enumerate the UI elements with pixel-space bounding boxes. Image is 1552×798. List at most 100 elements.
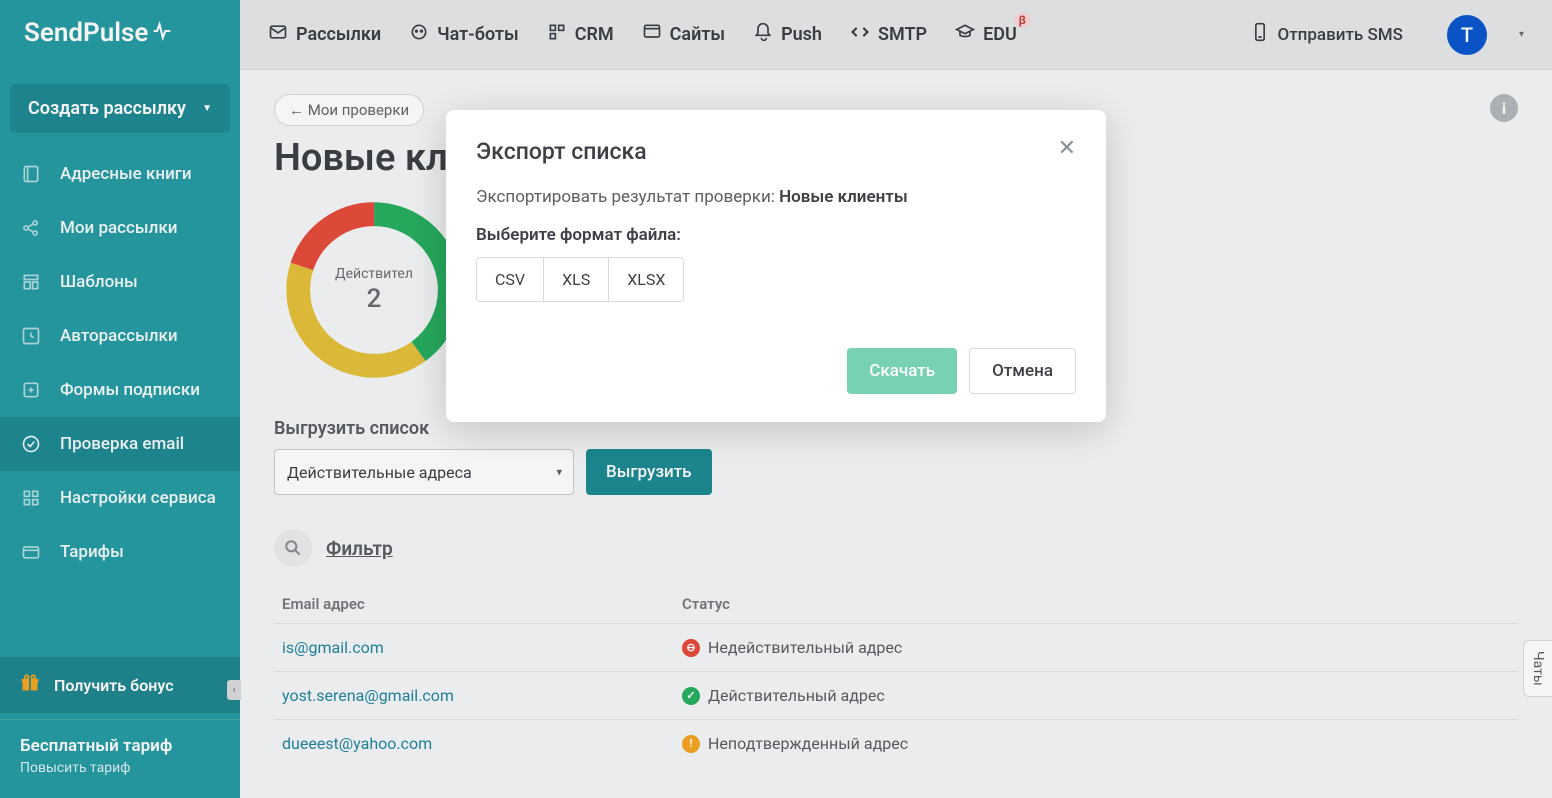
modal-line-strong: Новые клиенты (779, 187, 908, 207)
topbar-item-push[interactable]: Push (753, 22, 822, 47)
topbar-item-edu[interactable]: EDUβ (955, 22, 1017, 47)
search-icon[interactable] (274, 529, 312, 567)
table-header: Email адрес Статус (274, 585, 1518, 623)
donut-center-label: Действител (335, 266, 413, 282)
sidebar-item-5[interactable]: Проверка email (0, 417, 240, 471)
sidebar-item-label: Шаблоны (60, 272, 138, 292)
filter-row: Фильтр (274, 529, 1518, 567)
email-link[interactable]: yost.serena@gmail.com (282, 686, 454, 705)
sidebar-item-7[interactable]: Тарифы (0, 525, 240, 579)
format-option-csv[interactable]: CSV (477, 258, 544, 301)
format-row: CSVXLSXLSX (476, 257, 684, 302)
format-option-xls[interactable]: XLS (544, 258, 609, 301)
settings-grid-icon (20, 487, 42, 509)
sites-icon (642, 22, 662, 47)
modal-header: Экспорт списка ✕ (476, 138, 1076, 165)
chats-tab[interactable]: Чаты (1523, 640, 1552, 697)
topbar-item-label: Сайты (670, 24, 725, 45)
sidebar-item-label: Авторассылки (60, 326, 178, 346)
form-icon (20, 379, 42, 401)
tariff-upgrade-link[interactable]: Повысить тариф (20, 760, 220, 776)
logo[interactable]: SendPulse (0, 0, 240, 66)
format-option-xlsx[interactable]: XLSX (609, 258, 683, 301)
status-text: Неподтвержденный адрес (708, 734, 908, 753)
book-icon (20, 163, 42, 185)
topbar-item-рассылки[interactable]: Рассылки (268, 22, 381, 47)
code-icon (850, 22, 870, 47)
sidebar-item-3[interactable]: Авторассылки (0, 309, 240, 363)
sidebar-collapse-handle[interactable]: ‹ (227, 680, 241, 700)
cancel-button[interactable]: Отмена (969, 348, 1076, 394)
topbar-item-сайты[interactable]: Сайты (642, 22, 725, 47)
table-row: is@gmail.com⊖Недействительный адрес (274, 623, 1518, 671)
sidebar-item-label: Формы подписки (60, 380, 200, 400)
download-button[interactable]: Скачать (847, 348, 957, 394)
tariff-icon (20, 541, 42, 563)
email-link[interactable]: dueeest@yahoo.com (282, 734, 432, 753)
topbar-item-label: Push (781, 24, 822, 45)
caret-down-icon: ▼ (202, 103, 212, 114)
sidebar-item-label: Тарифы (60, 542, 124, 562)
chatbot-icon (409, 22, 429, 47)
phone-icon (1250, 22, 1270, 47)
avatar-caret-icon: ▾ (1519, 29, 1524, 40)
topbar-item-label: SMTP (878, 24, 927, 45)
sidebar-item-label: Проверка email (60, 434, 184, 454)
avatar[interactable]: T (1447, 15, 1487, 55)
bell-icon (753, 22, 773, 47)
sidebar-item-6[interactable]: Настройки сервиса (0, 471, 240, 525)
select-wrap: Действительные адреса (274, 449, 574, 495)
topbar-item-label: Чат-боты (437, 24, 519, 45)
topbar-item-label: EDU (983, 24, 1017, 45)
sidebar-item-4[interactable]: Формы подписки (0, 363, 240, 417)
topbar-item-crm[interactable]: CRM (547, 22, 614, 47)
topbar-item-label: CRM (575, 24, 614, 45)
avatar-letter: T (1461, 23, 1473, 47)
topbar-item-smtp[interactable]: SMTP (850, 22, 927, 47)
send-sms-link[interactable]: Отправить SMS (1250, 22, 1403, 47)
modal-line-prefix: Экспортировать результат проверки: (476, 187, 779, 207)
status-unconfirmed-icon: ! (682, 735, 700, 753)
autodistr-icon (20, 325, 42, 347)
template-icon (20, 271, 42, 293)
info-icon[interactable]: i (1490, 94, 1518, 122)
topbar-item-label: Рассылки (296, 24, 381, 45)
mail-icon (268, 22, 288, 47)
status-text: Действительный адрес (708, 686, 885, 705)
sidebar-item-0[interactable]: Адресные книги (0, 147, 240, 201)
col-status-header: Статус (682, 595, 1510, 613)
tariff-block: Бесплатный тариф Повысить тариф (0, 719, 240, 798)
sidebar-item-2[interactable]: Шаблоны (0, 255, 240, 309)
donut-center-value: 2 (335, 284, 413, 314)
sidebar-nav: Адресные книги Мои рассылки Шаблоны Авторас… (0, 147, 240, 657)
sidebar-item-1[interactable]: Мои рассылки (0, 201, 240, 255)
breadcrumb[interactable]: ← Мои проверки (274, 94, 424, 126)
topbar-item-чат-боты[interactable]: Чат-боты (409, 22, 519, 47)
donut-chart: Действител 2 (274, 190, 474, 390)
close-icon[interactable]: ✕ (1058, 138, 1076, 160)
filter-link[interactable]: Фильтр (326, 537, 393, 560)
pulse-icon (152, 18, 172, 48)
modal-footer: Скачать Отмена (476, 348, 1076, 394)
status-valid-icon: ✓ (682, 687, 700, 705)
create-campaign-button[interactable]: Создать рассылку ▼ (10, 84, 230, 133)
sidebar-bonus[interactable]: Получить бонус (0, 657, 240, 713)
beta-badge: β (1014, 12, 1031, 28)
tariff-title: Бесплатный тариф (20, 736, 220, 756)
sidebar-item-label: Настройки сервиса (60, 488, 216, 508)
status-invalid-icon: ⊖ (682, 639, 700, 657)
export-modal: Экспорт списка ✕ Экспортировать результа… (446, 110, 1106, 422)
format-label: Выберите формат файла: (476, 225, 1076, 245)
bonus-label: Получить бонус (54, 676, 174, 695)
email-link[interactable]: is@gmail.com (282, 638, 384, 657)
topbar: Рассылки Чат-боты CRM Сайты Push SMTP EDUβ Отп… (240, 0, 1552, 70)
app-root: SendPulse Создать рассылку ▼ Адресные кн… (0, 0, 1552, 798)
export-select[interactable]: Действительные адреса (274, 449, 574, 495)
sidebar: SendPulse Создать рассылку ▼ Адресные кн… (0, 0, 240, 798)
sidebar-item-label: Адресные книги (60, 164, 192, 184)
col-email-header: Email адрес (282, 595, 682, 613)
share-icon (20, 217, 42, 239)
logo-text: SendPulse (24, 18, 148, 48)
export-button[interactable]: Выгрузить (586, 449, 712, 495)
email-table: Email адрес Статус is@gmail.com⊖Недейств… (274, 585, 1518, 767)
